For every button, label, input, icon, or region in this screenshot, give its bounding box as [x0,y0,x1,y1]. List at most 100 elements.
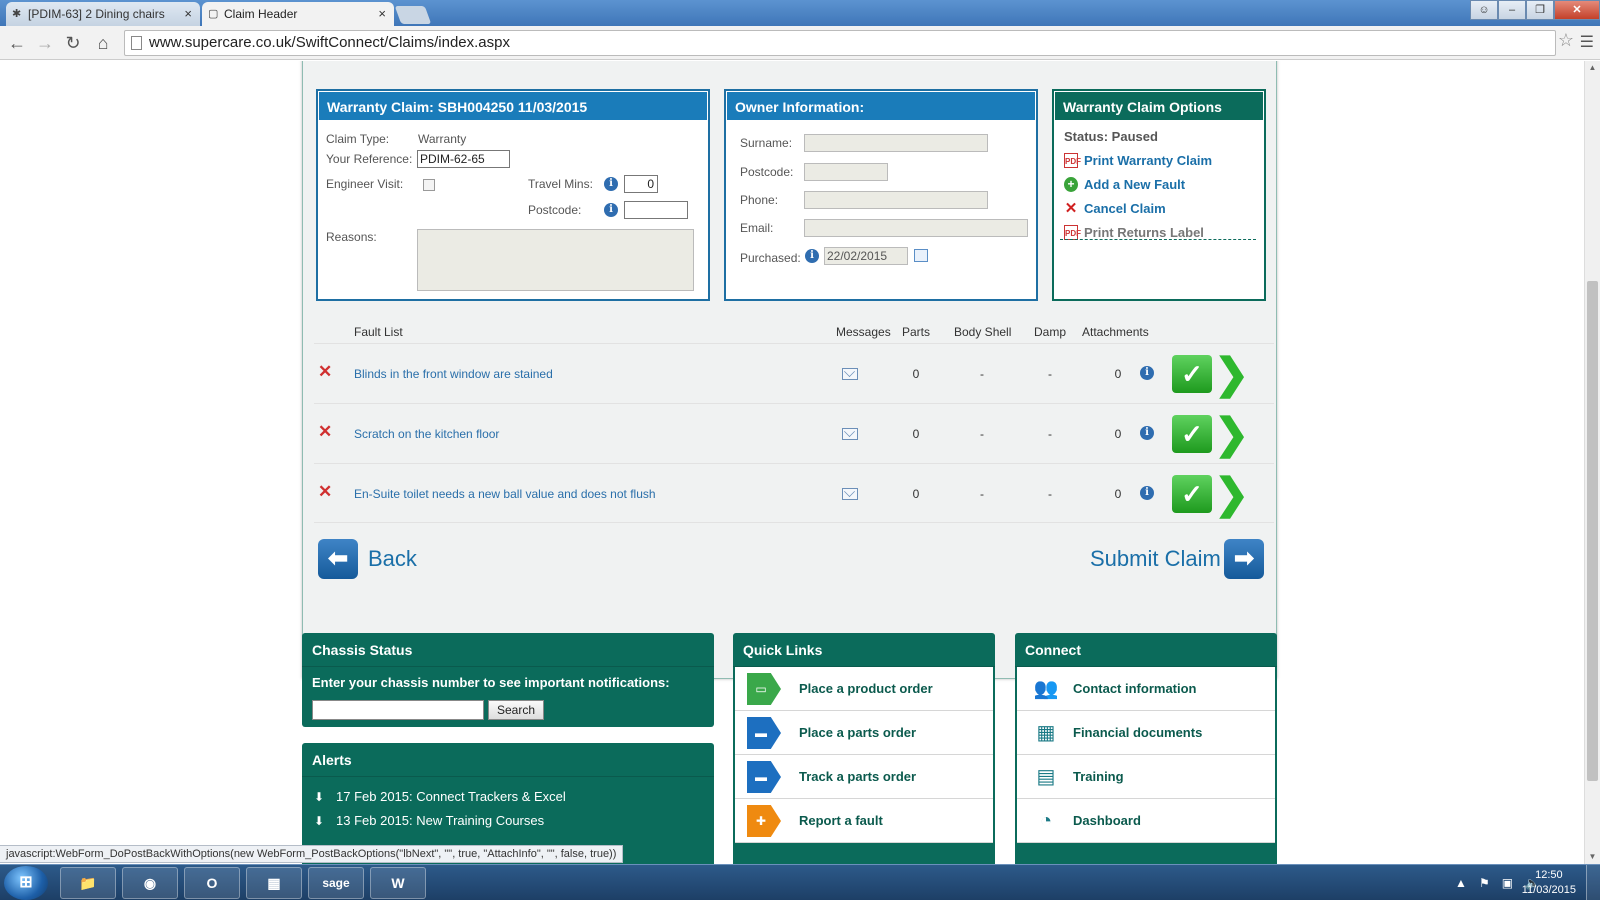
message-envelope-icon[interactable] [842,368,858,380]
attachments-header: Attachments [1082,325,1149,339]
submit-claim-button[interactable]: Submit Claim [1090,546,1221,572]
clock-date: 11/03/2015 [1521,884,1576,896]
info-icon[interactable]: i [604,203,618,217]
add-new-fault-link[interactable]: + Add a New Fault [1064,177,1185,192]
email-label: Email: [740,221,774,235]
scroll-down-icon[interactable]: ▼ [1585,850,1600,864]
network-icon[interactable]: ▣ [1502,876,1513,890]
claim-postcode-input[interactable] [624,201,688,219]
tray-expand-icon[interactable]: ▲ [1455,876,1467,890]
owner-postcode-input[interactable] [804,163,888,181]
submit-arrow-icon[interactable]: ➡ [1224,539,1264,579]
print-returns-label-link[interactable]: PDF Print Returns Label [1064,225,1204,240]
forward-arrow-icon[interactable]: → [34,32,56,54]
bookmark-star-icon[interactable]: ☆ [1558,30,1574,51]
info-icon[interactable]: i [805,249,819,263]
menu-icon[interactable]: ☰ [1580,32,1594,52]
alert-item[interactable]: ⬇ 13 Feb 2015: New Training Courses [314,813,544,828]
connect-label: Dashboard [1073,813,1141,828]
chrome-icon[interactable]: ◉ [122,867,178,899]
alert-item[interactable]: ⬇ 17 Feb 2015: Connect Trackers & Excel [314,789,566,804]
explorer-icon[interactable]: 📁 [60,867,116,899]
reasons-textarea[interactable] [417,229,694,291]
delete-fault-icon[interactable]: ✕ [318,482,332,502]
scroll-up-icon[interactable]: ▲ [1585,61,1600,75]
page-scrollbar[interactable]: ▲ ▼ [1584,61,1600,864]
owner-information-box: Owner Information: Surname: Postcode: Ph… [724,89,1038,301]
info-icon[interactable]: i [604,177,618,191]
complete-check-icon[interactable]: ✓ [1172,475,1212,513]
delete-fault-icon[interactable]: ✕ [318,362,332,382]
home-icon[interactable]: ⌂ [92,32,114,54]
back-button[interactable]: Back [368,546,417,572]
info-icon[interactable]: i [1140,426,1154,440]
purchased-input[interactable]: 22/02/2015 [824,247,908,265]
option-label: Print Warranty Claim [1084,153,1213,168]
show-desktop-button[interactable] [1586,865,1600,900]
back-arrow-icon[interactable]: ⬅ [318,539,358,579]
open-fault-chevron-icon[interactable]: ❯ [1214,473,1249,515]
connect-dashboard[interactable]: ◔ Dashboard [1017,799,1275,843]
chassis-search-button[interactable]: Search [488,700,544,720]
flag-icon[interactable]: ⚑ [1479,876,1490,890]
info-icon[interactable]: i [1140,366,1154,380]
quick-link-track-order[interactable]: ▬ Track a parts order [735,755,993,799]
chassis-number-input[interactable] [312,700,484,720]
close-tab-icon[interactable]: × [378,2,386,26]
calendar-icon[interactable] [914,249,928,262]
cancel-claim-link[interactable]: ✕ Cancel Claim [1064,201,1166,216]
option-label: Add a New Fault [1084,177,1186,192]
close-tab-icon[interactable]: × [184,2,192,26]
connect-financial-documents[interactable]: ▦ Financial documents [1017,711,1275,755]
your-reference-input[interactable]: PDIM-62-65 [417,150,510,168]
address-bar[interactable]: www.supercare.co.uk/SwiftConnect/Claims/… [124,30,1556,56]
minimize-button[interactable]: – [1498,0,1526,20]
info-icon[interactable]: i [1140,486,1154,500]
word-icon[interactable]: W [370,867,426,899]
fault-description-link[interactable]: Blinds in the front window are stained [354,367,553,381]
open-fault-chevron-icon[interactable]: ❯ [1214,413,1249,455]
outlook-icon[interactable]: O [184,867,240,899]
complete-check-icon[interactable]: ✓ [1172,355,1212,393]
taskbar-clock[interactable]: 12:50 11/03/2015 [1522,868,1576,898]
quick-link-parts-order[interactable]: ▬ Place a parts order [735,711,993,755]
connect-label: Training [1073,769,1124,784]
message-envelope-icon[interactable] [842,428,858,440]
fault-description-link[interactable]: En-Suite toilet needs a new ball value a… [354,487,656,501]
surname-input[interactable] [804,134,988,152]
fault-description-link[interactable]: Scratch on the kitchen floor [354,427,499,441]
purchased-label: Purchased: [740,251,801,265]
quick-link-report-fault[interactable]: ✚ Report a fault [735,799,993,843]
back-arrow-icon[interactable]: ← [6,32,28,54]
complete-check-icon[interactable]: ✓ [1172,415,1212,453]
calculator-icon: ▦ [1036,722,1056,744]
quick-link-label: Report a fault [799,813,883,828]
delete-fault-icon[interactable]: ✕ [318,422,332,442]
sage-icon[interactable]: sage [308,867,364,899]
travel-mins-input[interactable]: 0 [624,175,658,193]
new-tab-button[interactable] [394,6,432,24]
jira-icon: ✱ [12,8,22,20]
email-input[interactable] [804,219,1028,237]
browser-tab-pdim[interactable]: ✱ [PDIM-63] 2 Dining chairs × [6,2,200,26]
connect-training[interactable]: ▤ Training [1017,755,1275,799]
phone-input[interactable] [804,191,988,209]
browser-tab-claim-header[interactable]: ▢ Claim Header × [202,2,394,26]
print-warranty-claim-link[interactable]: PDF Print Warranty Claim [1064,153,1212,168]
close-window-button[interactable]: ✕ [1554,0,1600,20]
quick-link-product-order[interactable]: ▭ Place a product order [735,667,993,711]
scroll-thumb[interactable] [1587,281,1598,781]
engineer-visit-checkbox[interactable] [423,179,435,191]
open-fault-chevron-icon[interactable]: ❯ [1214,353,1249,395]
chassis-status-widget: Chassis Status Enter your chassis number… [302,633,714,727]
user-icon[interactable]: ☺ [1470,0,1498,20]
windows-start-icon[interactable]: ⊞ [4,866,48,900]
reload-icon[interactable]: ↻ [62,32,84,54]
calculator-icon[interactable]: ▦ [246,867,302,899]
connect-contact-information[interactable]: 👥 Contact information [1017,667,1275,711]
parts-header: Parts [902,325,931,339]
restore-button[interactable]: ❐ [1526,0,1554,20]
fault-row: ✕ Scratch on the kitchen floor 0 - - 0 i… [314,403,1274,463]
damp-header: Damp [1034,325,1067,339]
message-envelope-icon[interactable] [842,488,858,500]
